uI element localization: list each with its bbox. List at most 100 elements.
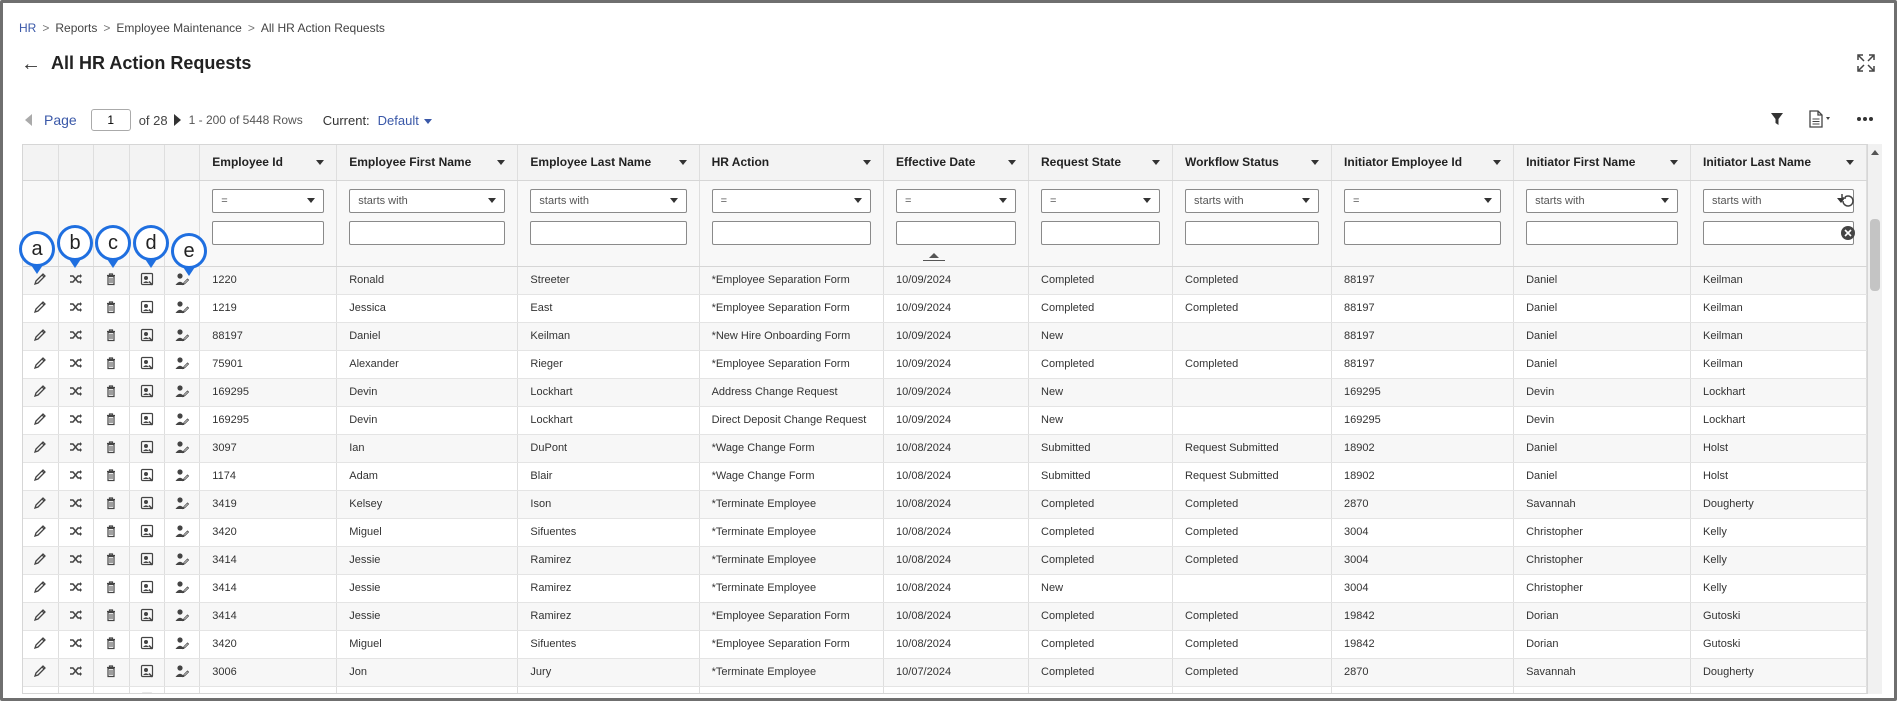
breadcrumb-item[interactable]: Employee Maintenance xyxy=(116,21,241,35)
table-row[interactable]: 3420 Miguel Sifuentes *Employee Separation … xyxy=(23,630,1867,659)
shuffle-icon[interactable] xyxy=(69,636,83,650)
column-menu-icon[interactable] xyxy=(678,159,687,165)
reset-filters-icon[interactable] xyxy=(1839,192,1857,210)
trash-icon[interactable] xyxy=(104,692,118,693)
user-edit-icon[interactable] xyxy=(175,692,189,693)
column-menu-icon[interactable] xyxy=(316,159,325,165)
edit-icon[interactable] xyxy=(33,440,47,454)
shuffle-icon[interactable] xyxy=(69,524,83,538)
user-edit-icon[interactable] xyxy=(175,608,190,622)
back-arrow-icon[interactable]: ← xyxy=(21,54,41,74)
filter-value-input[interactable] xyxy=(711,220,872,245)
user-edit-icon[interactable] xyxy=(175,524,190,538)
record-icon[interactable] xyxy=(140,272,154,286)
table-row[interactable]: 1219 Jessica East *Employee Separation Form… xyxy=(23,294,1867,323)
record-icon[interactable] xyxy=(140,496,154,510)
record-icon[interactable] xyxy=(140,692,154,693)
trash-icon[interactable] xyxy=(104,300,118,314)
table-row[interactable]: 3414 Jessie Ramirez *Terminate Employee 10/0… xyxy=(23,574,1867,603)
record-icon[interactable] xyxy=(140,580,154,594)
table-row[interactable]: 88197 Daniel Keilman *New Hire Onboarding F… xyxy=(23,322,1867,351)
column-header[interactable]: HR Action xyxy=(699,145,885,181)
filter-value-input[interactable] xyxy=(1702,220,1854,245)
record-icon[interactable] xyxy=(140,300,154,314)
edit-icon[interactable] xyxy=(33,300,47,314)
filter-value-input[interactable] xyxy=(349,220,506,245)
filter-operator-select[interactable]: starts with xyxy=(349,188,506,213)
shuffle-icon[interactable] xyxy=(69,468,83,482)
shuffle-icon[interactable] xyxy=(69,440,83,454)
edit-icon[interactable] xyxy=(33,664,47,678)
filter-value-input[interactable] xyxy=(1344,220,1502,245)
trash-icon[interactable] xyxy=(104,412,118,426)
trash-icon[interactable] xyxy=(104,580,118,594)
filter-operator-select[interactable]: = xyxy=(1344,188,1502,213)
trash-icon[interactable] xyxy=(104,636,118,650)
edit-icon[interactable] xyxy=(33,496,47,510)
prev-page-icon[interactable] xyxy=(25,114,32,126)
table-row[interactable]: 3006 Jon Jury *Terminate Employee 10/07/2024… xyxy=(23,658,1867,687)
filter-operator-select[interactable]: = xyxy=(896,188,1017,213)
shuffle-icon[interactable] xyxy=(69,496,83,510)
trash-icon[interactable] xyxy=(104,524,118,538)
filter-value-input[interactable] xyxy=(1526,220,1678,245)
trash-icon[interactable] xyxy=(104,384,118,398)
table-row[interactable]: 169295 Devin Lockhart Direct Deposit Change… xyxy=(23,406,1867,435)
edit-icon[interactable] xyxy=(33,692,47,693)
record-icon[interactable] xyxy=(140,328,154,342)
table-row[interactable]: 3414 Jessie Ramirez *Terminate Employee 10/0… xyxy=(23,546,1867,575)
shuffle-icon[interactable] xyxy=(69,328,83,342)
column-menu-icon[interactable] xyxy=(1493,159,1502,165)
user-edit-icon[interactable] xyxy=(175,356,190,370)
shuffle-icon[interactable] xyxy=(69,580,83,594)
column-menu-icon[interactable] xyxy=(863,159,872,165)
table-row[interactable]: 1220 Ronald Streeter *Employee Separation F… xyxy=(23,266,1867,295)
edit-icon[interactable] xyxy=(33,412,47,426)
filter-value-input[interactable] xyxy=(896,220,1017,245)
edit-icon[interactable] xyxy=(33,608,47,622)
shuffle-icon[interactable] xyxy=(69,272,83,286)
filter-value-input[interactable] xyxy=(530,220,687,245)
record-icon[interactable] xyxy=(140,552,154,566)
record-icon[interactable] xyxy=(140,524,154,538)
column-menu-icon[interactable] xyxy=(1669,159,1678,165)
user-edit-icon[interactable] xyxy=(175,384,190,398)
table-row[interactable]: 1174 Adam Blair *Wage Change Form 10/08/2024… xyxy=(23,462,1867,491)
filter-operator-select[interactable]: = xyxy=(711,188,872,213)
shuffle-icon[interactable] xyxy=(69,552,83,566)
filter-value-input[interactable] xyxy=(1041,220,1161,245)
column-menu-icon[interactable] xyxy=(1152,159,1161,165)
filter-value-input[interactable] xyxy=(1185,220,1320,245)
table-row[interactable]: 3414 Jessie Ramirez *Employee Separation Fo… xyxy=(23,602,1867,631)
user-edit-icon[interactable] xyxy=(175,412,190,426)
export-document-icon[interactable] xyxy=(1806,109,1836,129)
table-row[interactable] xyxy=(23,686,1867,693)
filter-operator-select[interactable]: starts with xyxy=(1185,188,1320,213)
column-header[interactable]: Request State xyxy=(1028,145,1174,181)
user-edit-icon[interactable] xyxy=(175,468,190,482)
column-menu-icon[interactable] xyxy=(1008,159,1017,165)
more-options-icon[interactable] xyxy=(1854,109,1876,129)
record-icon[interactable] xyxy=(140,384,154,398)
clear-filters-icon[interactable] xyxy=(1839,224,1857,242)
record-icon[interactable] xyxy=(140,636,154,650)
trash-icon[interactable] xyxy=(104,664,118,678)
user-edit-icon[interactable] xyxy=(175,636,190,650)
shuffle-icon[interactable] xyxy=(69,384,83,398)
filter-operator-select[interactable]: starts with xyxy=(1702,188,1854,213)
filter-operator-select[interactable]: starts with xyxy=(530,188,687,213)
record-icon[interactable] xyxy=(140,412,154,426)
fullscreen-icon[interactable] xyxy=(1856,53,1876,73)
filter-operator-select[interactable]: = xyxy=(1041,188,1161,213)
user-edit-icon[interactable] xyxy=(175,664,190,678)
record-icon[interactable] xyxy=(140,664,154,678)
scrollbar-thumb[interactable] xyxy=(1870,219,1880,291)
edit-icon[interactable] xyxy=(33,552,47,566)
shuffle-icon[interactable] xyxy=(69,412,83,426)
current-view-dropdown[interactable]: Default xyxy=(378,113,432,128)
trash-icon[interactable] xyxy=(104,552,118,566)
user-edit-icon[interactable] xyxy=(175,552,190,566)
shuffle-icon[interactable] xyxy=(69,356,83,370)
record-icon[interactable] xyxy=(140,440,154,454)
edit-icon[interactable] xyxy=(33,384,47,398)
